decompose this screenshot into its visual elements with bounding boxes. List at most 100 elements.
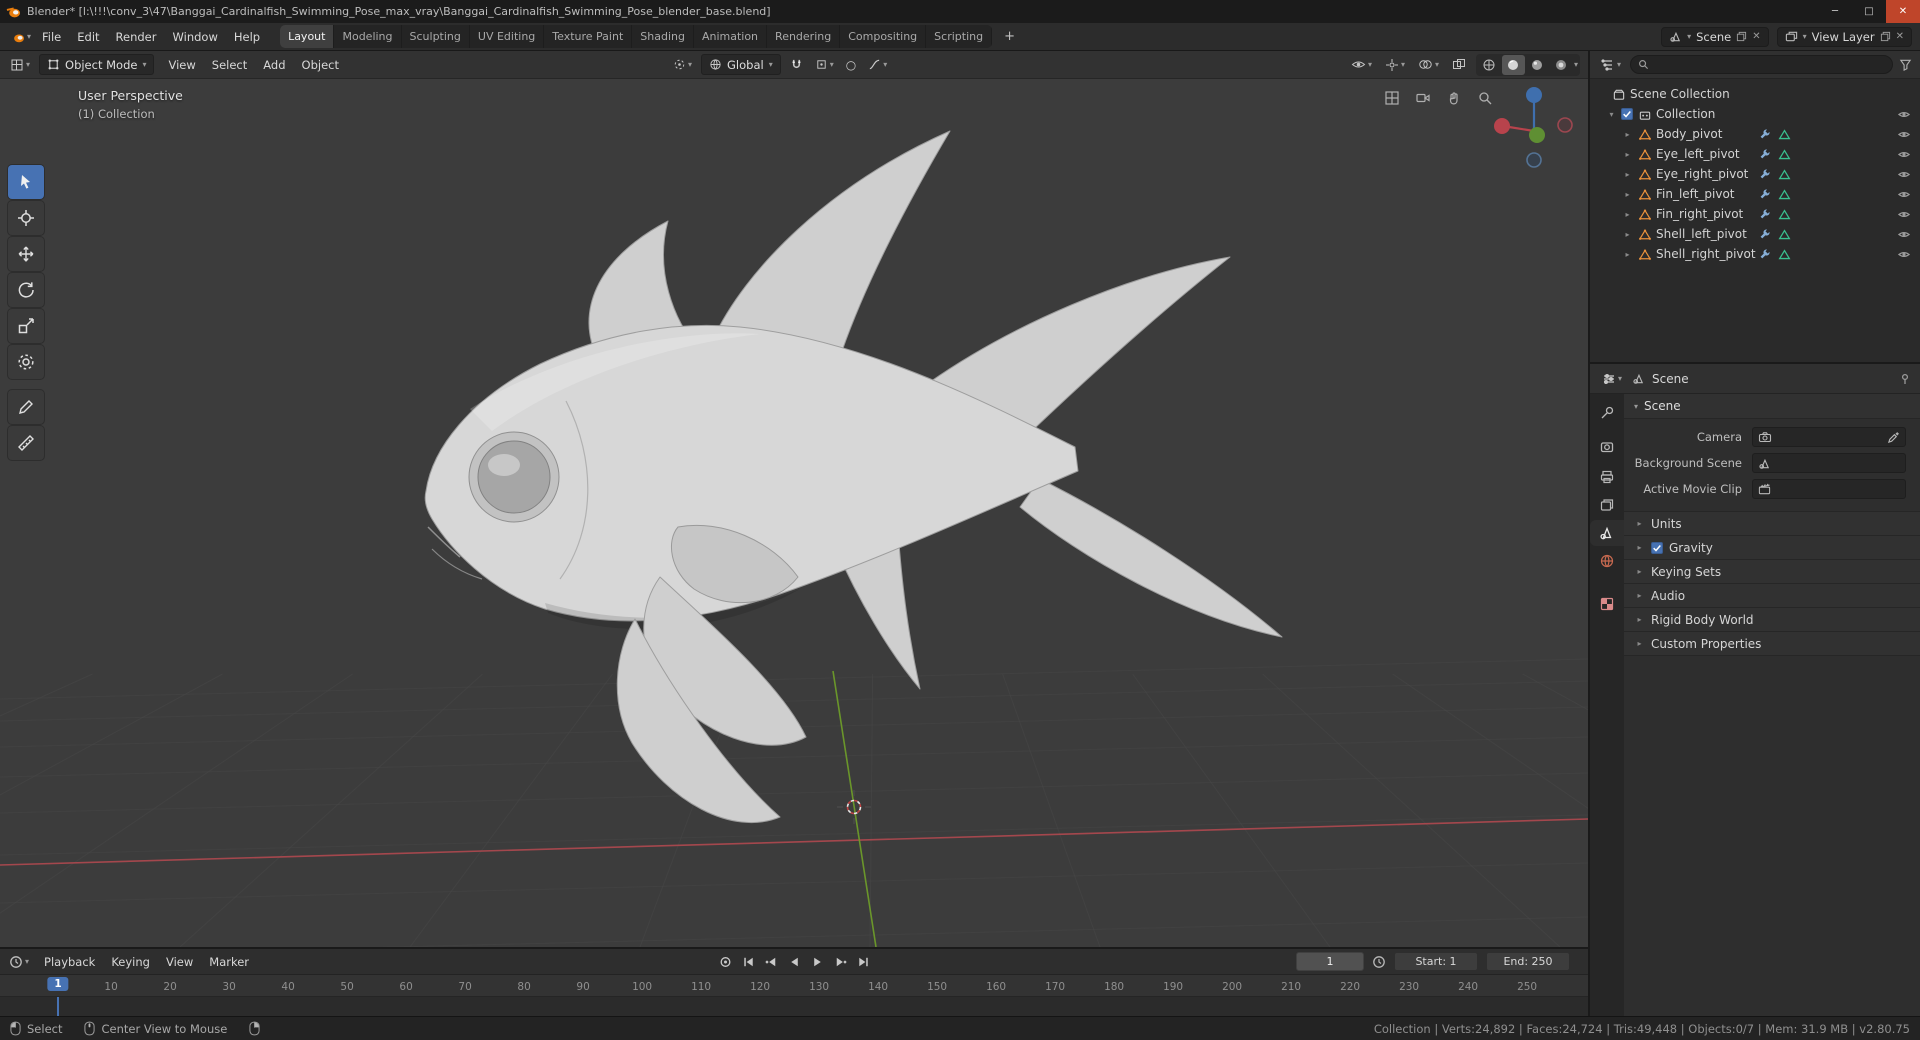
add-workspace-button[interactable]: + bbox=[998, 27, 1021, 46]
properties-editor-type-button[interactable]: ▾ bbox=[1599, 370, 1625, 388]
gizmo-z-axis[interactable] bbox=[1526, 87, 1542, 103]
outliner-row[interactable]: ▸ Shell_left_pivot bbox=[1590, 224, 1920, 244]
perspective-grid-icon[interactable] bbox=[1380, 86, 1404, 110]
panel-audio[interactable]: ▸ Audio bbox=[1624, 584, 1920, 608]
snap-settings-button[interactable]: ▾ bbox=[812, 56, 837, 73]
timeline-tracks[interactable] bbox=[0, 997, 1588, 1018]
outliner-row[interactable]: ▸ Fin_left_pivot bbox=[1590, 184, 1920, 204]
gizmo-z-neg-axis[interactable] bbox=[1526, 152, 1542, 168]
hide-in-viewport-eye-icon[interactable] bbox=[1897, 228, 1911, 241]
proportional-edit-button[interactable]: ○ bbox=[843, 56, 859, 74]
outliner-item-label[interactable]: Shell_right_pivot bbox=[1656, 247, 1756, 261]
disclosure-triangle-icon[interactable]: ▸ bbox=[1622, 210, 1633, 219]
outliner-row[interactable]: ▸ Eye_right_pivot bbox=[1590, 164, 1920, 184]
outliner-item-label[interactable]: Eye_left_pivot bbox=[1656, 147, 1740, 161]
workspace-tab-animation[interactable]: Animation bbox=[694, 25, 768, 48]
outliner-row[interactable]: ▸ Eye_left_pivot bbox=[1590, 144, 1920, 164]
transform-pivot-button[interactable]: ▾ bbox=[670, 56, 695, 73]
menu-window[interactable]: Window bbox=[165, 26, 226, 48]
workspace-tab-texture-paint[interactable]: Texture Paint bbox=[544, 25, 633, 48]
camera-field[interactable] bbox=[1752, 427, 1906, 447]
navigation-gizmo[interactable] bbox=[1494, 87, 1573, 168]
workspace-tab-uv-editing[interactable]: UV Editing bbox=[470, 25, 545, 48]
outliner-editor-type-button[interactable]: ▾ bbox=[1598, 56, 1624, 74]
current-frame-indicator[interactable]: 1 bbox=[47, 977, 69, 991]
xray-toggle-button[interactable] bbox=[1449, 56, 1469, 73]
viewport-menu-view[interactable]: View bbox=[160, 54, 203, 76]
outliner-row[interactable]: ▸ Fin_right_pivot bbox=[1590, 204, 1920, 224]
annotate-tool[interactable] bbox=[8, 390, 44, 424]
active-movie-clip-field[interactable] bbox=[1752, 479, 1906, 499]
tab-view-layer[interactable] bbox=[1590, 492, 1624, 518]
workspace-tab-shading[interactable]: Shading bbox=[632, 25, 694, 48]
orientation-dropdown[interactable]: Global ▾ bbox=[701, 54, 781, 75]
rotate-tool[interactable] bbox=[8, 273, 44, 307]
mesh-data-icon[interactable] bbox=[1778, 188, 1791, 201]
shading-wireframe-button[interactable] bbox=[1478, 55, 1501, 75]
menu-render[interactable]: Render bbox=[108, 26, 165, 48]
view-layer-selector[interactable]: ▾ View Layer ✕ bbox=[1776, 26, 1912, 47]
prev-keyframe-button[interactable] bbox=[761, 953, 781, 971]
copy-view-layer-icon[interactable] bbox=[1880, 31, 1891, 42]
mesh-data-icon[interactable] bbox=[1778, 128, 1791, 141]
outliner-search-box[interactable] bbox=[1630, 55, 1893, 74]
outliner-item-label[interactable]: Eye_right_pivot bbox=[1656, 167, 1748, 181]
gizmo-x-axis[interactable] bbox=[1494, 118, 1510, 134]
collection-checkbox[interactable] bbox=[1621, 108, 1633, 120]
copy-scene-icon[interactable] bbox=[1736, 31, 1747, 42]
current-frame-field[interactable]: 1 bbox=[1296, 952, 1364, 971]
snap-toggle-button[interactable] bbox=[787, 56, 806, 73]
outliner-item-label[interactable]: Scene Collection bbox=[1630, 87, 1730, 101]
preview-range-clock-icon[interactable] bbox=[1372, 955, 1386, 969]
minimize-button[interactable]: ─ bbox=[1818, 0, 1852, 23]
disclosure-triangle-icon[interactable]: ▸ bbox=[1622, 190, 1633, 199]
zoom-view-icon[interactable] bbox=[1473, 86, 1497, 110]
pan-view-icon[interactable] bbox=[1442, 86, 1466, 110]
move-tool[interactable] bbox=[8, 237, 44, 271]
frame-end-field[interactable]: End: 250 bbox=[1486, 952, 1570, 971]
next-keyframe-button[interactable] bbox=[830, 953, 850, 971]
modifier-wrench-icon[interactable] bbox=[1758, 168, 1771, 181]
outliner-item-label[interactable]: Fin_left_pivot bbox=[1656, 187, 1735, 201]
mode-dropdown[interactable]: Object Mode ▾ bbox=[39, 54, 155, 75]
maximize-button[interactable]: □ bbox=[1852, 0, 1886, 23]
timeline-menu-marker[interactable]: Marker bbox=[201, 951, 257, 973]
background-scene-field[interactable] bbox=[1752, 453, 1906, 473]
mesh-data-icon[interactable] bbox=[1778, 228, 1791, 241]
hide-in-viewport-eye-icon[interactable] bbox=[1897, 168, 1911, 181]
shading-dropdown-button[interactable]: ▾ bbox=[1574, 60, 1578, 69]
frame-start-field[interactable]: Start: 1 bbox=[1394, 952, 1478, 971]
measure-tool[interactable] bbox=[8, 426, 44, 460]
shading-rendered-button[interactable] bbox=[1550, 55, 1573, 75]
outliner-item-label[interactable]: Shell_left_pivot bbox=[1656, 227, 1747, 241]
hide-in-viewport-eye-icon[interactable] bbox=[1897, 208, 1911, 221]
select-box-tool[interactable] bbox=[8, 165, 44, 199]
unlink-scene-icon[interactable]: ✕ bbox=[1752, 31, 1760, 42]
disclosure-triangle-icon[interactable]: ▸ bbox=[1622, 170, 1633, 179]
workspace-tab-sculpting[interactable]: Sculpting bbox=[402, 25, 470, 48]
hide-in-viewport-eye-icon[interactable] bbox=[1897, 148, 1911, 161]
scene-selector[interactable]: ▾ Scene ✕ bbox=[1661, 26, 1769, 47]
cursor-tool[interactable] bbox=[8, 201, 44, 235]
viewport-menu-add[interactable]: Add bbox=[255, 54, 293, 76]
timeline-menu-playback[interactable]: Playback bbox=[36, 951, 103, 973]
tab-render[interactable] bbox=[1590, 434, 1624, 460]
disclosure-triangle-icon[interactable]: ▸ bbox=[1622, 130, 1633, 139]
menu-file[interactable]: File bbox=[34, 26, 69, 48]
workspace-tab-scripting[interactable]: Scripting bbox=[926, 25, 993, 48]
modifier-wrench-icon[interactable] bbox=[1758, 248, 1771, 261]
workspace-tab-modeling[interactable]: Modeling bbox=[334, 25, 402, 48]
hide-in-viewport-eye-icon[interactable] bbox=[1897, 108, 1911, 121]
panel-gravity[interactable]: ▸ Gravity bbox=[1624, 536, 1920, 560]
gizmos-toggle-button[interactable]: ▾ bbox=[1382, 56, 1408, 74]
pin-icon[interactable] bbox=[1899, 373, 1911, 385]
viewport-menu-select[interactable]: Select bbox=[204, 54, 255, 76]
panel-keying-sets[interactable]: ▸ Keying Sets bbox=[1624, 560, 1920, 584]
workspace-tab-rendering[interactable]: Rendering bbox=[767, 25, 841, 48]
workspace-tab-compositing[interactable]: Compositing bbox=[840, 25, 927, 48]
timeline-menu-keying[interactable]: Keying bbox=[103, 951, 158, 973]
disclosure-triangle-icon[interactable]: ▾ bbox=[1606, 110, 1617, 119]
close-button[interactable]: ✕ bbox=[1886, 0, 1920, 23]
menu-edit[interactable]: Edit bbox=[69, 26, 107, 48]
tab-scene[interactable] bbox=[1590, 520, 1624, 546]
